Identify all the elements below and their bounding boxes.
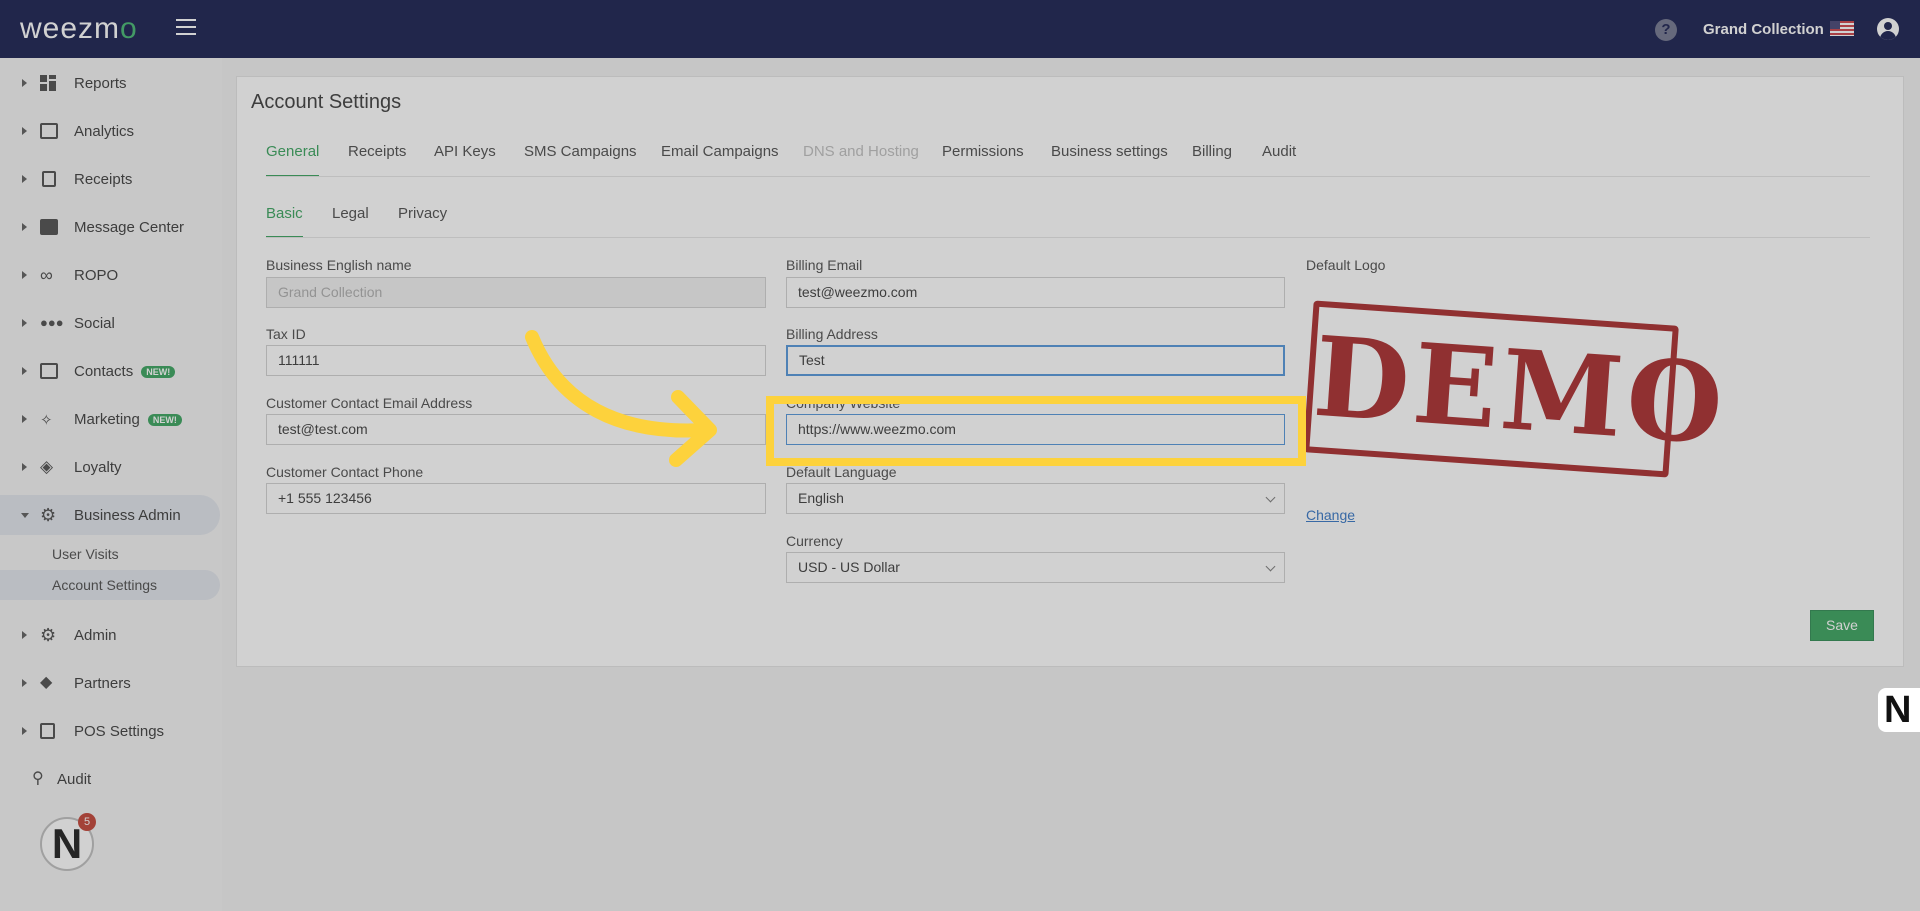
sidebar-item-message-center[interactable]: Message Center	[0, 207, 220, 247]
sidebar-item-receipts[interactable]: Receipts	[0, 159, 220, 199]
chart-icon	[40, 123, 58, 139]
billing-address-label: Billing Address	[786, 326, 878, 342]
tag-icon: ◈	[40, 457, 54, 476]
pointer-arrow-icon	[525, 330, 717, 467]
business-name-field: Grand Collection	[266, 277, 766, 308]
top-bar: weezmo ? Grand Collection	[0, 0, 1920, 58]
tab-api-keys[interactable]: API Keys	[434, 143, 496, 177]
tab-dns-hosting: DNS and Hosting	[803, 143, 919, 160]
chevron-down-icon	[1265, 492, 1276, 503]
dashboard-icon	[40, 75, 58, 91]
sidebar-subitem-user-visits[interactable]: User Visits	[0, 539, 220, 569]
change-logo-link[interactable]: Change	[1306, 507, 1355, 523]
gear-icon: ⚙	[40, 505, 57, 525]
us-flag-icon[interactable]	[1830, 21, 1854, 36]
people-icon: ●●●	[40, 315, 64, 330]
magnifier-icon: ⚲	[32, 770, 44, 787]
tab-general[interactable]: General	[266, 143, 320, 177]
logo-image: DEMO	[1303, 300, 1731, 478]
megaphone-icon: ✧	[40, 412, 53, 429]
tab-billing[interactable]: Billing	[1192, 143, 1232, 177]
billing-email-label: Billing Email	[786, 257, 863, 273]
organization-name[interactable]: Grand Collection	[1703, 21, 1824, 38]
receipt-icon	[42, 171, 56, 187]
sidebar-item-audit[interactable]: ⚲ Audit	[0, 759, 220, 799]
chat-icon	[40, 219, 58, 235]
sidebar: Reports Analytics Receipts Message Cente…	[0, 58, 222, 911]
sidebar-item-loyalty[interactable]: ◈ Loyalty	[0, 447, 220, 487]
sidebar-item-ropo[interactable]: ∞ ROPO	[0, 255, 220, 295]
tax-id-label: Tax ID	[266, 326, 306, 342]
menu-icon[interactable]	[176, 19, 196, 37]
subtabs-divider	[266, 237, 1870, 238]
currency-select[interactable]: USD - US Dollar	[786, 552, 1285, 583]
floating-assistant-icon[interactable]: N	[1878, 688, 1920, 732]
subtab-basic[interactable]: Basic	[266, 205, 303, 238]
page-title: Account Settings	[251, 91, 402, 113]
default-logo-label: Default Logo	[1306, 257, 1386, 273]
tab-email-campaigns[interactable]: Email Campaigns	[661, 143, 779, 177]
default-language-select[interactable]: English	[786, 483, 1285, 514]
tabs-divider	[266, 176, 1870, 177]
user-gear-icon: ⚙	[40, 625, 57, 645]
contacts-icon	[40, 363, 58, 379]
sidebar-item-marketing[interactable]: ✧ Marketing NEW!	[0, 399, 220, 439]
tab-business-settings[interactable]: Business settings	[1051, 143, 1168, 177]
tab-permissions[interactable]: Permissions	[942, 143, 1024, 177]
sidebar-item-analytics[interactable]: Analytics	[0, 111, 220, 151]
sidebar-item-admin[interactable]: ⚙ Admin	[0, 615, 220, 655]
sidebar-item-social[interactable]: ●●● Social	[0, 303, 220, 343]
tab-audit[interactable]: Audit	[1262, 143, 1296, 177]
sidebar-subitem-account-settings[interactable]: Account Settings	[0, 570, 220, 600]
contact-email-label: Customer Contact Email Address	[266, 395, 473, 411]
subtab-legal[interactable]: Legal	[332, 205, 369, 239]
contact-phone-label: Customer Contact Phone	[266, 464, 424, 480]
register-icon	[40, 723, 55, 739]
subtab-privacy[interactable]: Privacy	[398, 205, 447, 239]
sidebar-item-pos-settings[interactable]: POS Settings	[0, 711, 220, 751]
billing-address-field[interactable]: Test	[786, 345, 1285, 376]
currency-label: Currency	[786, 533, 843, 549]
billing-email-field[interactable]: test@weezmo.com	[786, 277, 1285, 308]
tab-sms-campaigns[interactable]: SMS Campaigns	[524, 143, 637, 177]
default-language-label: Default Language	[786, 464, 897, 480]
infinity-icon: ∞	[40, 265, 53, 285]
business-name-label: Business English name	[266, 257, 412, 273]
notification-badge: 5	[78, 813, 96, 831]
sidebar-item-partners[interactable]: ◆ Partners	[0, 663, 220, 703]
sidebar-item-reports[interactable]: Reports	[0, 63, 220, 103]
help-icon[interactable]: ?	[1655, 19, 1677, 41]
weezmo-logo[interactable]: weezmo	[20, 12, 138, 46]
tab-receipts[interactable]: Receipts	[348, 143, 406, 177]
new-badge: NEW!	[147, 413, 182, 426]
new-badge: NEW!	[141, 365, 176, 378]
sidebar-item-contacts[interactable]: Contacts NEW!	[0, 351, 220, 391]
chevron-down-icon	[1265, 561, 1276, 572]
user-account-icon[interactable]	[1877, 18, 1899, 40]
highlight-box	[766, 396, 1306, 466]
sidebar-item-business-admin[interactable]: ⚙ Business Admin	[0, 495, 220, 535]
save-button[interactable]: Save	[1810, 610, 1874, 641]
contact-phone-field[interactable]: +1 555 123456	[266, 483, 766, 514]
handshake-icon: ◆	[40, 674, 53, 691]
